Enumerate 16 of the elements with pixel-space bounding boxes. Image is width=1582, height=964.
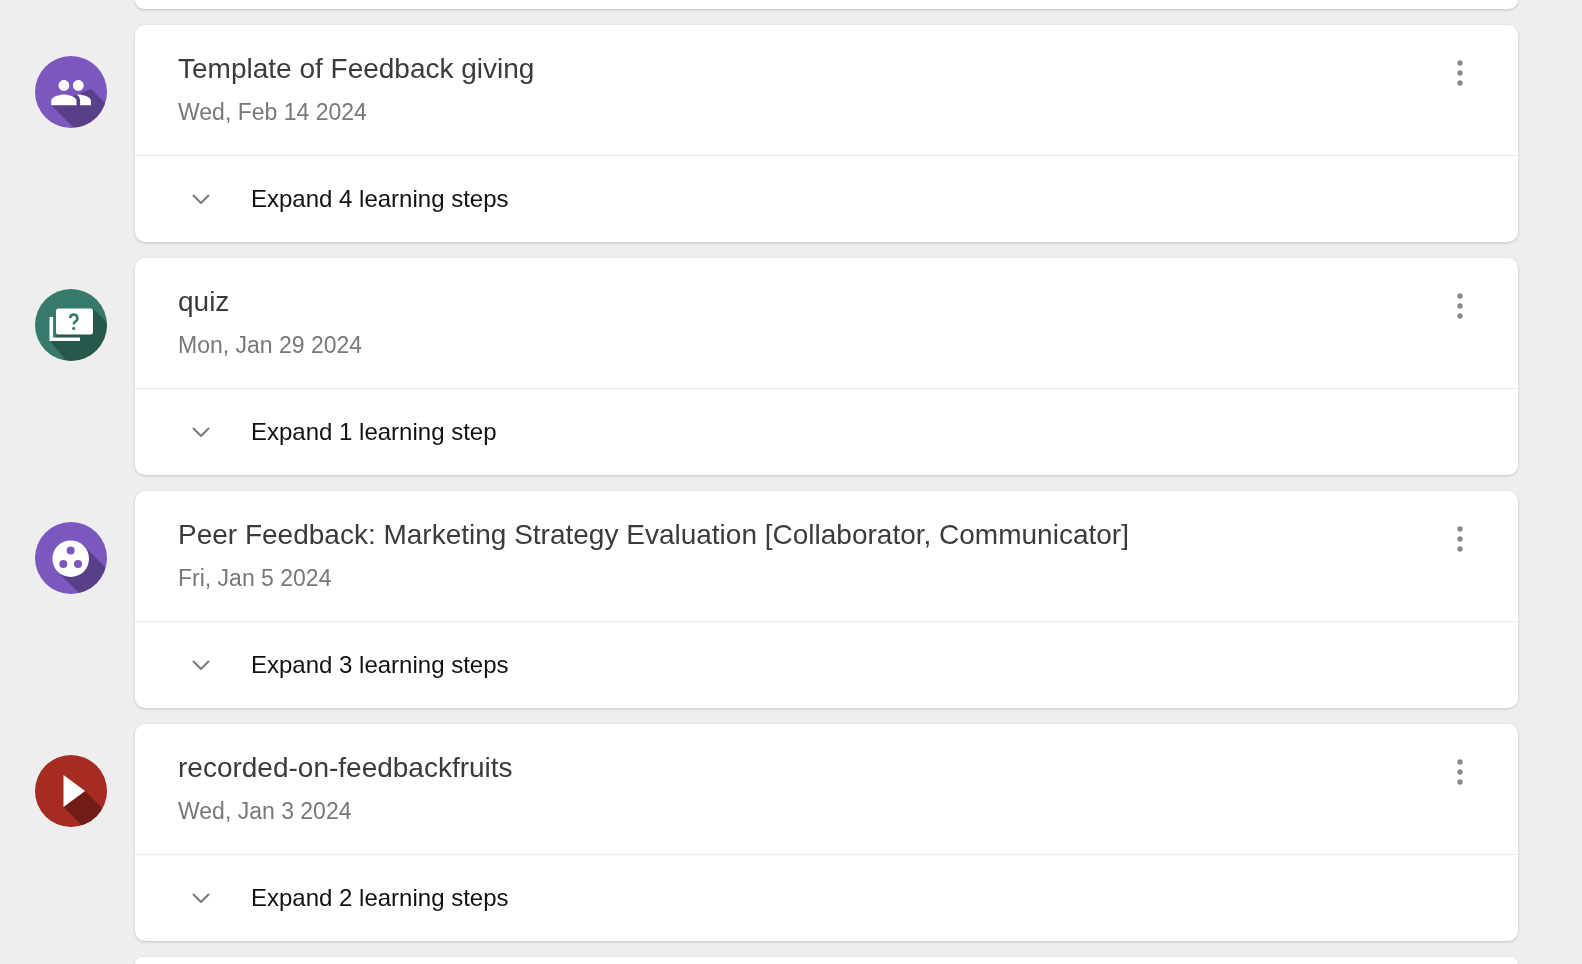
expand-steps-button[interactable]: Expand 3 learning steps (135, 621, 1518, 708)
expand-steps-button[interactable]: Expand 2 learning steps (135, 854, 1518, 941)
activity-title: Template of Feedback giving (178, 53, 536, 85)
activity-date: Fri, Jan 5 2024 (178, 564, 333, 592)
activity-title: recorded-on-feedbackfruits (178, 752, 514, 784)
expand-steps-button[interactable]: Expand 1 learning step (135, 388, 1518, 475)
vertical-dots-icon (1457, 759, 1463, 785)
vertical-dots-icon (1457, 293, 1463, 319)
vertical-dots-icon (1457, 526, 1463, 552)
vertical-dots-icon (1457, 60, 1463, 86)
activity-title: quiz (178, 286, 231, 318)
activity-date: Mon, Jan 29 2024 (178, 331, 364, 359)
expand-steps-button[interactable]: Expand 4 learning steps (135, 155, 1518, 242)
activity-date: Wed, Jan 3 2024 (178, 797, 353, 825)
activity-date: Wed, Feb 14 2024 (178, 98, 368, 126)
activity-title: Peer Feedback: Marketing Strategy Evaluation [Collaborator, Communicator] (178, 519, 1130, 551)
